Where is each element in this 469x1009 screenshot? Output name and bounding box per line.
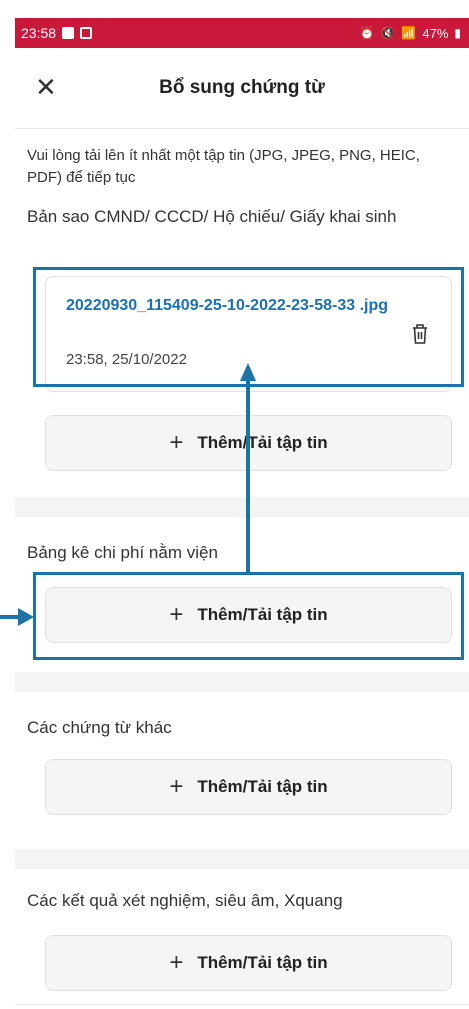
file-name[interactable]: 20220930_115409-25-10-2022-23-58-33 .jpg [66,295,406,317]
intro-note: Vui lòng tải lên ít nhất một tập tin (JP… [27,147,420,186]
section-separator [15,497,469,517]
notification-icon [80,27,93,39]
section-label-hospital-bill: Bảng kê chi phí nằm viện [27,543,218,562]
trash-icon[interactable] [411,323,429,345]
plus-icon: + [169,601,184,628]
wifi-icon: 📶 [401,26,417,40]
mute-icon: 🔇 [380,26,396,40]
status-right: ⏰ 🔇 📶 47% ▮ [360,26,462,41]
section-label-test-results: Các kết quả xét nghiệm, siêu âm, Xquang [27,891,343,910]
annotation-arrow-up [246,380,250,573]
upload-button-test-results[interactable]: + Thêm/Tải tập tin [45,935,452,991]
app-header: ✕ Bổ sung chứng từ [15,48,469,128]
close-icon[interactable]: ✕ [35,70,65,104]
plus-icon: + [169,429,184,456]
battery-level: 47% [422,25,449,41]
bottom-divider [15,1004,469,1005]
upload-label: Thêm/Tải tập tin [197,433,328,452]
upload-label: Thêm/Tải tập tin [197,605,328,624]
file-timestamp: 23:58, 25/10/2022 [66,351,187,368]
gallery-icon [62,27,75,39]
header-divider [15,128,469,129]
section-label-other-docs: Các chứng từ khác [27,718,172,737]
page-title: Bổ sung chứng từ [159,77,325,98]
upload-button-hospital-bill[interactable]: + Thêm/Tải tập tin [45,587,452,643]
section-separator [15,672,469,692]
upload-label: Thêm/Tải tập tin [197,953,328,972]
section-label-id-card: Bản sao CMND/ CCCD/ Hộ chiếu/ Giấy khai … [27,207,397,226]
plus-icon: + [169,949,184,976]
annotation-arrow-right-head [18,608,34,626]
status-time: 23:58 [21,25,57,41]
battery-icon: ▮ [454,26,461,40]
upload-label: Thêm/Tải tập tin [197,777,328,796]
plus-icon: + [169,773,184,800]
section-separator [15,849,469,869]
alarm-icon: ⏰ [359,26,375,40]
status-left: 23:58 [21,25,93,41]
status-bar: 23:58 ⏰ 🔇 📶 47% ▮ [15,18,469,48]
annotation-arrow-up-head [240,363,256,381]
upload-button-other-docs[interactable]: + Thêm/Tải tập tin [45,759,452,815]
